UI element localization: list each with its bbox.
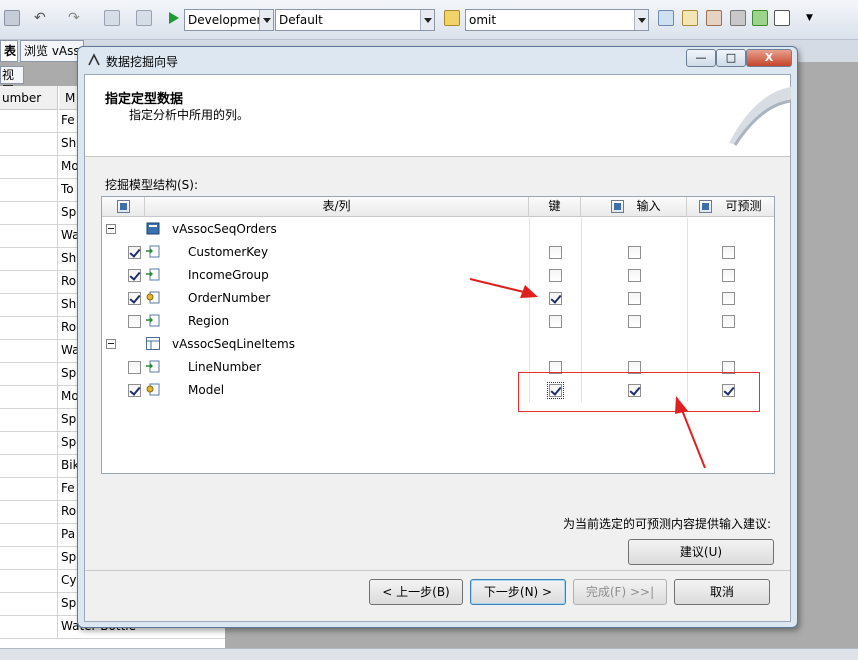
annotation-arrows (469, 278, 706, 469)
annotation-arrow-key (469, 278, 538, 298)
annotation-arrow-model (675, 396, 706, 469)
